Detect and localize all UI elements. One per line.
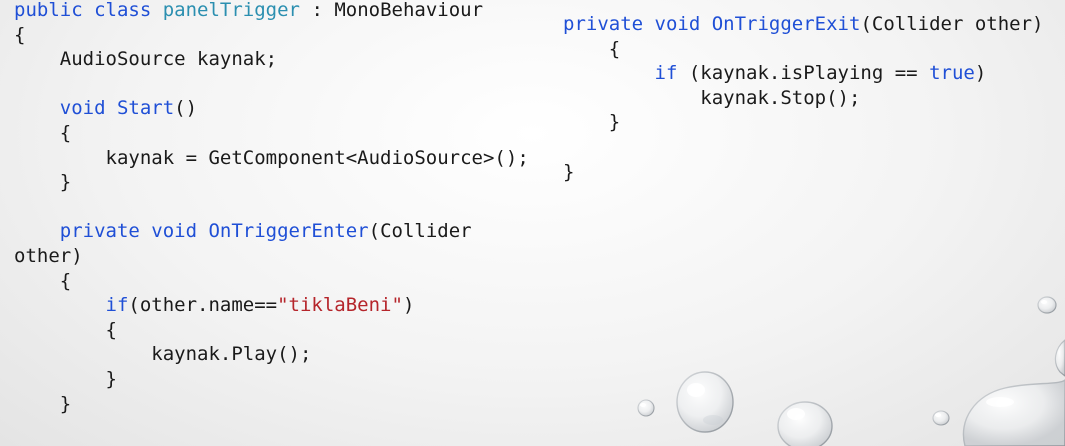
code-token: if: [14, 294, 129, 317]
left-code-line: [14, 195, 529, 220]
code-token: (kaynak.isPlaying ==: [688, 62, 930, 85]
water-droplet-icon: [932, 410, 950, 426]
code-token: void: [14, 97, 117, 120]
water-droplet-icon: [637, 399, 655, 417]
left-code-line: private void OnTriggerEnter(Collider: [14, 219, 529, 244]
right-code-line: [563, 135, 1043, 160]
code-token: }: [14, 392, 72, 415]
left-code-line: kaynak.Play();: [14, 342, 529, 367]
code-token: "tiklaBeni": [277, 294, 403, 317]
left-code-line: if(other.name=="tiklaBeni"): [14, 293, 529, 318]
left-code-line: }: [14, 170, 529, 195]
left-code-line: {: [14, 318, 529, 343]
left-code-line: }: [14, 367, 529, 392]
left-code-line: {: [14, 269, 529, 294]
slide: public class panelTrigger : MonoBehaviou…: [0, 0, 1065, 446]
code-token: {: [14, 23, 26, 46]
code-token: }: [14, 367, 117, 390]
code-token: {: [563, 37, 621, 60]
code-token: }: [563, 111, 621, 134]
code-token: private void: [563, 13, 712, 35]
left-code-line: kaynak = GetComponent<AudioSource>();: [14, 146, 529, 171]
code-token: {: [14, 269, 72, 292]
right-code-line: kaynak.Stop();: [563, 86, 1043, 111]
code-token: (Collider: [368, 220, 472, 243]
code-token: private void: [14, 220, 209, 243]
right-code-line: {: [563, 37, 1043, 62]
code-token: AudioSource kaynak;: [14, 48, 278, 71]
code-token: panelTrigger: [162, 0, 300, 21]
right-code-line: }: [563, 160, 1043, 185]
code-token: OnTriggerEnter: [208, 220, 369, 243]
code-token: (Collider other): [860, 13, 1044, 35]
code-block-left: public class panelTrigger : MonoBehaviou…: [14, 0, 529, 416]
code-token: ): [402, 294, 415, 317]
code-token: : MonoBehaviour: [300, 0, 484, 21]
code-token: kaynak.Stop();: [563, 86, 861, 109]
water-droplet-icon: [676, 371, 734, 433]
left-code-line: other): [14, 244, 529, 269]
left-code-line: void Start(): [14, 96, 529, 121]
left-code-line: }: [14, 392, 529, 417]
water-droplet-icon: [1037, 296, 1057, 314]
code-token: kaynak.Play();: [14, 343, 312, 366]
code-token: (other.name==: [128, 294, 278, 317]
code-token: Start: [116, 97, 175, 120]
code-token: OnTriggerExit: [711, 13, 861, 35]
left-code-line: AudioSource kaynak;: [14, 47, 529, 72]
left-code-line: {: [14, 23, 529, 48]
left-code-line: {: [14, 121, 529, 146]
water-droplet-icon: [1054, 339, 1065, 377]
water-droplet-icon: [962, 379, 1065, 446]
right-code-line: private void OnTriggerExit(Collider othe…: [563, 12, 1043, 37]
code-token: {: [14, 318, 117, 341]
code-token: if: [563, 62, 689, 85]
code-token: other): [14, 244, 83, 267]
code-token: ): [974, 62, 987, 85]
right-code-line: if (kaynak.isPlaying == true): [563, 61, 1043, 86]
code-token: kaynak = GetComponent<AudioSource>();: [14, 146, 529, 169]
left-code-line: [14, 72, 529, 97]
code-token: true: [929, 62, 975, 85]
code-block-right: private void OnTriggerExit(Collider othe…: [563, 12, 1043, 184]
code-token: {: [14, 121, 72, 144]
right-code-line: }: [563, 110, 1043, 135]
left-code-line: public class panelTrigger : MonoBehaviou…: [14, 0, 529, 23]
code-token: }: [563, 160, 575, 183]
water-droplet-icon: [777, 401, 833, 446]
code-token: (): [174, 97, 198, 120]
code-token: }: [14, 171, 72, 194]
code-token: public class: [14, 0, 163, 21]
